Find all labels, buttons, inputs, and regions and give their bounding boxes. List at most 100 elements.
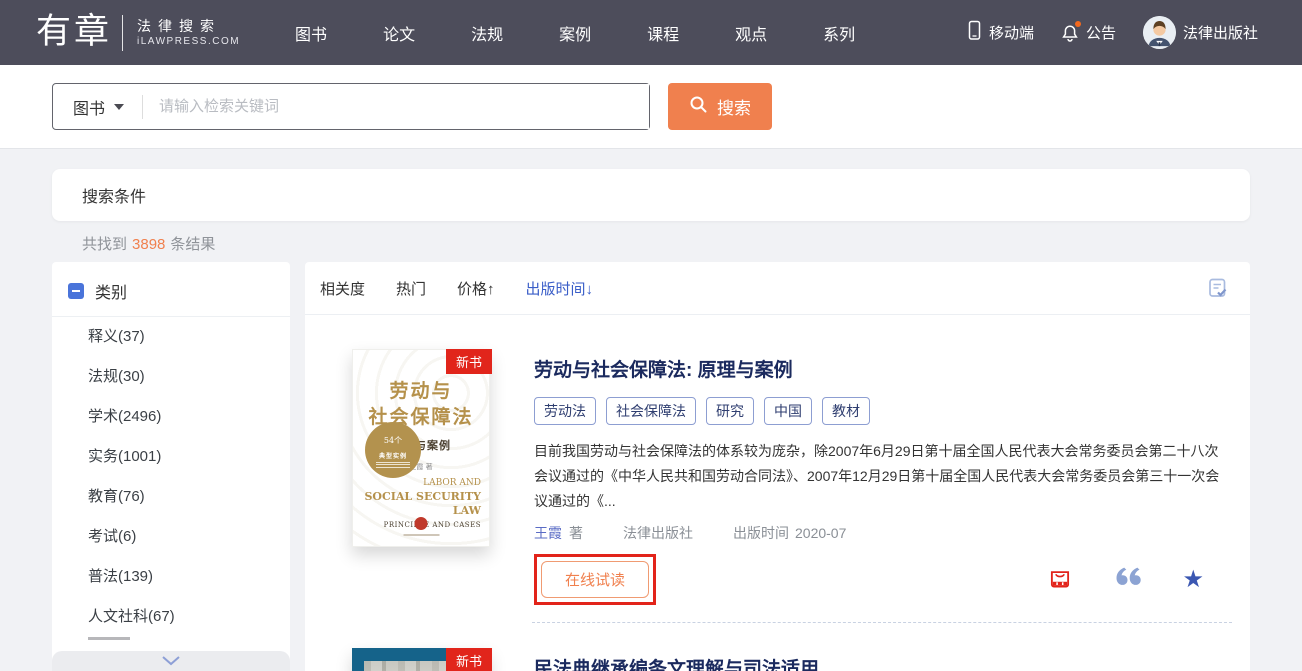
sort-bar: 相关度 热门 价格↑ 出版时间↓ (305, 262, 1250, 315)
search-conditions-panel: 搜索条件 (52, 169, 1250, 221)
cover-circle-unit: 个 (394, 436, 402, 445)
mobile-app-label: 移动端 (989, 22, 1034, 43)
sort-pubdate[interactable]: 出版时间↓ (526, 278, 594, 299)
chevron-down-icon (160, 654, 182, 671)
category-item-clipped (88, 637, 130, 640)
book-meta: 王霞 著 法律出版社 出版时间 2020-07 (534, 523, 1230, 543)
cover-circle-caption: 典型实例 (365, 451, 421, 460)
book-result-row: 新书 民法典继承编条文理解与司法适用 民法典 继承编 (305, 623, 1250, 671)
results-suffix: 条结果 (170, 236, 215, 253)
book-result-row: 新书 劳动与 社会保障法 原理与案例 王霞 著 54个 典型实例 (305, 315, 1250, 605)
highlight-annotation-box: 在线试读 (534, 554, 656, 605)
notice-link[interactable]: 公告 (1061, 22, 1116, 43)
category-item-shiwu[interactable]: 实务(1001) (52, 437, 290, 477)
nav-item-papers[interactable]: 论文 (383, 21, 415, 45)
category-item-renwensheke[interactable]: 人文社科(67) (52, 597, 290, 637)
search-input[interactable] (143, 84, 649, 129)
cover-en-line2: SOCIAL SECURITY LAW (353, 490, 481, 518)
book-action-icons: ★ (1047, 564, 1230, 595)
category-item-shiyi[interactable]: 释义(37) (52, 317, 290, 357)
search-scope-dropdown[interactable]: 图书 (53, 95, 142, 119)
book-cover-wrap[interactable]: 新书 (352, 648, 492, 671)
buy-bag-icon[interactable] (1047, 564, 1073, 595)
nav-item-series[interactable]: 系列 (823, 21, 855, 45)
category-item-kaoshi[interactable]: 考试(6) (52, 517, 290, 557)
cover-gold-circle-badge: 54个 典型实例 (365, 422, 421, 478)
read-online-button[interactable]: 在线试读 (541, 561, 649, 598)
category-item-jiaoyu[interactable]: 教育(76) (52, 477, 290, 517)
cover-title-line1: 劳动与 (353, 378, 489, 404)
pub-time-value: 2020-07 (795, 525, 846, 541)
site-logo[interactable]: 有章 法律搜索 iLAWPRESS.COM (36, 15, 240, 51)
tag-jiaocai[interactable]: 教材 (822, 397, 870, 425)
notice-label: 公告 (1086, 22, 1116, 43)
category-sidebar: 类别 释义(37) 法规(30) 学术(2496) 实务(1001) 教育(76… (52, 262, 290, 671)
sort-price[interactable]: 价格↑ (457, 278, 495, 299)
results-count: 3898 (132, 236, 165, 253)
new-book-badge: 新书 (446, 349, 492, 374)
caret-down-icon (114, 104, 124, 110)
avatar (1143, 16, 1176, 49)
nav-item-courses[interactable]: 课程 (647, 21, 679, 45)
search-icon (689, 95, 708, 119)
columns: 类别 释义(37) 法规(30) 学术(2496) 实务(1001) 教育(76… (52, 262, 1250, 671)
publisher-name: 法律出版社 (623, 523, 693, 543)
logo-divider (122, 15, 123, 51)
page: 有章 法律搜索 iLAWPRESS.COM 图书 论文 法规 案例 课程 观点 … (0, 0, 1302, 671)
book-title-link[interactable]: 民法典继承编条文理解与司法适用 (534, 654, 1230, 671)
new-book-badge: 新书 (446, 648, 492, 671)
notes-clipboard-icon[interactable] (1207, 277, 1228, 299)
navbar-right: 移动端 公告 (967, 16, 1302, 49)
collapse-minus-icon[interactable] (68, 283, 84, 299)
results-panel: 相关度 热门 价格↑ 出版时间↓ 新书 劳动与 (305, 262, 1250, 671)
tag-zhongguo[interactable]: 中国 (764, 397, 812, 425)
results-summary: 共找到3898条结果 (82, 233, 1302, 254)
account-label: 法律出版社 (1183, 22, 1258, 43)
cover-circle-lines (365, 462, 421, 468)
category-item-pufa[interactable]: 普法(139) (52, 557, 290, 597)
logo-domain: iLAWPRESS.COM (137, 35, 240, 48)
book-description: 目前我国劳动与社会保障法的体系较为庞杂，除2007年6月29日第十届全国人民代表… (534, 439, 1230, 514)
pub-time-label: 出版时间 (733, 523, 789, 543)
search-button-label: 搜索 (717, 94, 751, 119)
tag-laodongfa[interactable]: 劳动法 (534, 397, 596, 425)
publisher-seal-icon (415, 517, 428, 530)
mobile-app-link[interactable]: 移动端 (967, 20, 1034, 45)
cover-en-line1: LABOR AND (353, 476, 481, 490)
logo-subtitle: 法律搜索 (137, 17, 240, 35)
sort-popular[interactable]: 热门 (396, 278, 426, 299)
author-link[interactable]: 王霞 (534, 523, 562, 543)
nav-item-regulations[interactable]: 法规 (471, 21, 503, 45)
category-item-fagui[interactable]: 法规(30) (52, 357, 290, 397)
favorite-star-icon[interactable]: ★ (1182, 568, 1204, 592)
bell-icon (1061, 23, 1079, 43)
logo-subtext: 法律搜索 iLAWPRESS.COM (137, 17, 240, 48)
account-menu[interactable]: 法律出版社 (1143, 16, 1258, 49)
tag-shehuibaozhangfa[interactable]: 社会保障法 (606, 397, 696, 425)
top-navbar: 有章 法律搜索 iLAWPRESS.COM 图书 论文 法规 案例 课程 观点 … (0, 0, 1302, 65)
book-info: 劳动与社会保障法: 原理与案例 劳动法 社会保障法 研究 中国 教材 目前我国劳… (534, 349, 1230, 605)
nav-item-books[interactable]: 图书 (295, 21, 327, 45)
category-title: 类别 (95, 279, 127, 303)
category-item-xueshu[interactable]: 学术(2496) (52, 397, 290, 437)
search-button[interactable]: 搜索 (668, 83, 772, 130)
nav-item-cases[interactable]: 案例 (559, 21, 591, 45)
tag-yanjiu[interactable]: 研究 (706, 397, 754, 425)
book-cover-image[interactable]: 劳动与 社会保障法 原理与案例 王霞 著 54个 典型实例 (352, 349, 490, 547)
quote-icon[interactable] (1113, 566, 1142, 593)
category-expand-button[interactable] (52, 651, 290, 671)
book-cover-wrap[interactable]: 新书 劳动与 社会保障法 原理与案例 王霞 著 54个 典型实例 (352, 349, 492, 605)
book-info: 民法典继承编条文理解与司法适用 民法典 继承编 法律解释 司法适用 研究 (534, 648, 1230, 671)
search-conditions-title: 搜索条件 (82, 183, 146, 207)
nav-item-opinions[interactable]: 观点 (735, 21, 767, 45)
book-actions: 在线试读 (534, 554, 1230, 605)
book-title-link[interactable]: 劳动与社会保障法: 原理与案例 (534, 355, 1230, 382)
category-header: 类别 (52, 262, 290, 316)
sort-relevance[interactable]: 相关度 (320, 278, 365, 299)
content-area: 搜索条件 共找到3898条结果 类别 释义(37) 法规(30) 学术(2496… (0, 149, 1302, 671)
logo-brand: 有章 (36, 15, 112, 50)
book-tags: 劳动法 社会保障法 研究 中国 教材 (534, 397, 1230, 425)
author-suffix: 著 (569, 523, 583, 543)
search-scope-value: 图书 (73, 95, 105, 119)
search-box: 图书 (52, 83, 650, 130)
